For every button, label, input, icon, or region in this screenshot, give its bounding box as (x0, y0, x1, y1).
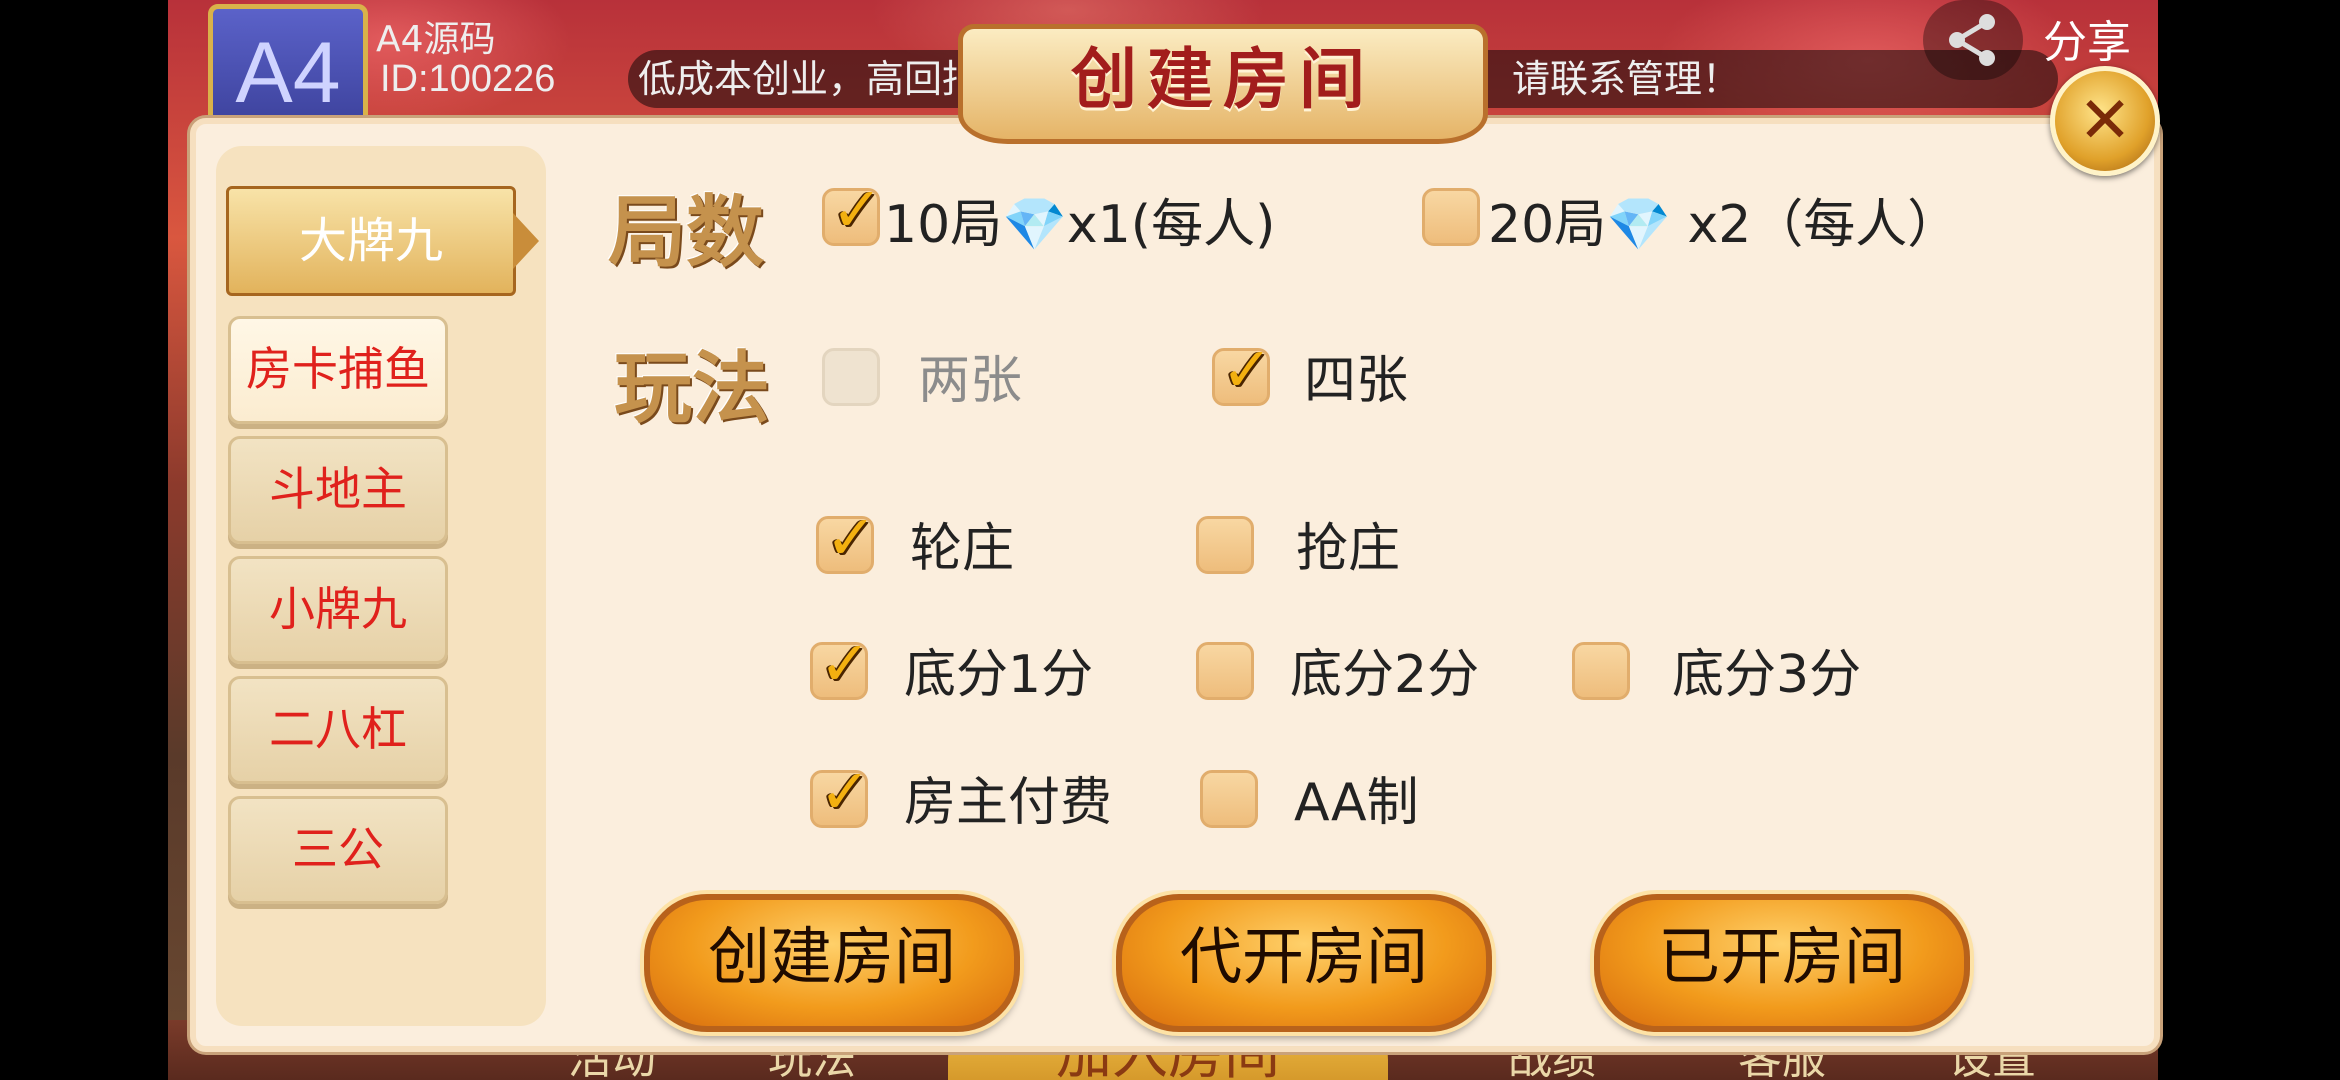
diamond-icon: 💎 (1002, 195, 1067, 255)
user-id: ID:100226 (380, 58, 556, 100)
sidebar-item-xiao-pai-jiu[interactable]: 小牌九 (228, 556, 448, 664)
sidebar-item-fish[interactable]: 房卡捕鱼 (228, 316, 448, 424)
base-score-2-checkbox[interactable] (1196, 642, 1254, 700)
share-label[interactable]: 分享 (2043, 6, 2131, 70)
opened-rooms-button[interactable]: 已开房间 (1594, 894, 1970, 1032)
four-cards-label[interactable]: 四张 (1304, 338, 1408, 413)
rounds-20-checkbox[interactable] (1422, 188, 1480, 246)
rounds-label: 局数 (608, 187, 765, 278)
base-score-1-checkbox[interactable]: ✓ (810, 629, 871, 700)
rotate-banker-checkbox[interactable]: ✓ (816, 503, 877, 574)
two-cards-label[interactable]: 两张 (918, 338, 1022, 413)
four-cards-checkbox[interactable]: ✓ (1212, 335, 1273, 406)
proxy-room-button[interactable]: 代开房间 (1116, 894, 1492, 1032)
base-score-1-label[interactable]: 底分1分 (904, 632, 1093, 707)
create-room-dialog: 大牌九 房卡捕鱼 斗地主 小牌九 二八杠 三公 局数 ✓ 10局💎x1(每人) … (190, 118, 2160, 1052)
aa-pay-label[interactable]: AA制 (1294, 760, 1419, 835)
rotate-banker-label[interactable]: 轮庄 (910, 506, 1014, 581)
check-icon: ✓ (819, 755, 871, 828)
create-room-button[interactable]: 创建房间 (644, 894, 1020, 1032)
sidebar-item-dou-di-zhu[interactable]: 斗地主 (228, 436, 448, 544)
share-icon[interactable] (1923, 0, 2023, 80)
play-label: 玩法 (614, 343, 771, 434)
sidebar-item-san-gong[interactable]: 三公 (228, 796, 448, 904)
check-icon: ✓ (1221, 333, 1273, 406)
rounds-10-label[interactable]: 10局💎x1(每人) (884, 182, 1275, 257)
rounds-10-checkbox[interactable]: ✓ (822, 175, 883, 246)
diamond-icon: 💎 (1606, 195, 1671, 255)
host-pays-label[interactable]: 房主付费 (904, 760, 1112, 835)
check-icon: ✓ (825, 501, 877, 574)
two-cards-checkbox[interactable] (822, 348, 880, 406)
game-sidebar: 大牌九 房卡捕鱼 斗地主 小牌九 二八杠 三公 (216, 146, 546, 1026)
rounds-20-label[interactable]: 20局💎 x2（每人） (1488, 182, 1959, 257)
base-score-3-label[interactable]: 底分3分 (1672, 632, 1861, 707)
sidebar-item-er-ba-gang[interactable]: 二八杠 (228, 676, 448, 784)
username: A4源码 (376, 19, 496, 60)
aa-pay-checkbox[interactable] (1200, 770, 1258, 828)
grab-banker-label[interactable]: 抢庄 (1296, 506, 1400, 581)
check-icon: ✓ (831, 173, 883, 246)
close-icon[interactable]: ✕ (2050, 66, 2160, 176)
base-score-2-label[interactable]: 底分2分 (1290, 632, 1479, 707)
grab-banker-checkbox[interactable] (1196, 516, 1254, 574)
rounds-10-text: 10局 (884, 195, 1003, 255)
rounds-20-cost: x2（每人） (1670, 195, 1960, 255)
check-icon: ✓ (819, 627, 871, 700)
dialog-title: 创建房间 (958, 24, 1488, 144)
sidebar-item-da-pai-jiu[interactable]: 大牌九 (226, 186, 539, 296)
rounds-20-text: 20局 (1488, 195, 1607, 255)
rounds-10-cost: x1(每人) (1066, 195, 1276, 255)
base-score-3-checkbox[interactable] (1572, 642, 1630, 700)
host-pays-checkbox[interactable]: ✓ (810, 757, 871, 828)
